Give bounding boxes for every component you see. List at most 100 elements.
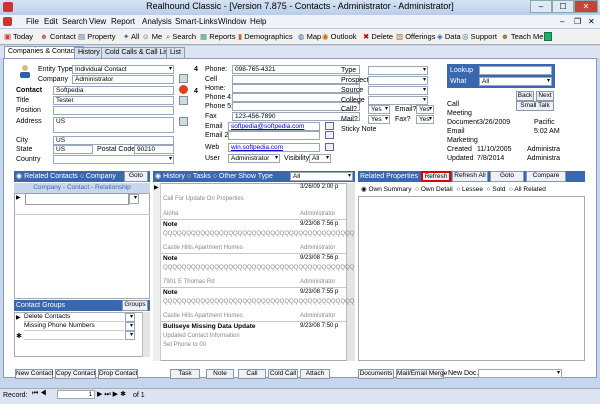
mail-merge-button[interactable]: Mail/Email Merge	[396, 369, 447, 379]
groups-button[interactable]: Groups	[122, 300, 148, 311]
menu-search[interactable]: Search	[62, 17, 87, 26]
alert-icon[interactable]	[179, 85, 188, 94]
college-select[interactable]	[368, 96, 428, 105]
address-lookup-icon[interactable]	[179, 117, 188, 126]
record-next-last-icons[interactable]: ▶⏭▶✱	[97, 390, 128, 399]
call-button[interactable]: Call	[238, 369, 266, 379]
what-select[interactable]: All	[479, 77, 552, 86]
groups-scrollbar[interactable]	[142, 312, 150, 357]
reports-button[interactable]: ▦ Reports	[200, 32, 235, 41]
radio-own-summary[interactable]: ◉	[361, 186, 367, 193]
radio-tasks[interactable]: ○	[187, 173, 191, 180]
menu-file[interactable]: File	[26, 17, 39, 26]
title-field[interactable]: Tester	[53, 96, 174, 105]
type-select[interactable]	[368, 66, 428, 75]
offerings-button[interactable]: ▧ Offerings	[396, 32, 435, 41]
email-field[interactable]: softpedia@softpedia.com	[228, 122, 320, 131]
city-field[interactable]: US	[53, 136, 174, 145]
title-lookup-icon[interactable]	[179, 96, 188, 105]
visibility-select[interactable]: All	[309, 154, 331, 163]
history-title[interactable]: Bullseye Missing Data Update	[163, 323, 255, 330]
tab-companies-contacts[interactable]: Companies & Contacts	[4, 46, 84, 58]
menu-view[interactable]: View	[89, 17, 106, 26]
country-select[interactable]	[53, 155, 174, 164]
group-row[interactable]: Delete Contacts	[24, 313, 124, 322]
refresh-button[interactable]: Refresh	[421, 171, 451, 182]
call-select[interactable]: Yes	[368, 105, 390, 114]
documents-button[interactable]: Documents	[358, 369, 394, 379]
related-goto-button[interactable]: Goto	[124, 171, 148, 182]
relationship-cell[interactable]	[25, 193, 129, 205]
menu-report[interactable]: Report	[111, 17, 135, 26]
group-row-dropdown[interactable]	[125, 322, 135, 331]
minimize-button[interactable]: –	[530, 0, 552, 13]
data-button[interactable]: ◈ Data	[437, 32, 461, 41]
contact-field[interactable]: Softpedia	[53, 86, 174, 95]
entity-type-select[interactable]: Individual Contact	[72, 65, 174, 74]
back-button[interactable]: Back	[516, 91, 534, 101]
source-select[interactable]	[368, 86, 428, 95]
close-button[interactable]: ✕	[574, 0, 598, 13]
exit-icon[interactable]	[544, 32, 552, 41]
search-button[interactable]: ⌕ Search	[166, 32, 196, 42]
history-title[interactable]: Note	[163, 221, 177, 228]
mdi-minimize-button[interactable]: –	[560, 17, 564, 26]
radio-related-contacts[interactable]: ◉	[16, 173, 22, 180]
maximize-button[interactable]: ☐	[552, 0, 574, 13]
teach-me-button[interactable]: ☻ Teach Me	[501, 32, 543, 41]
email-ok-select[interactable]: Yes	[416, 105, 434, 114]
contact-button[interactable]: ☻ Contact	[40, 32, 76, 41]
radio-history[interactable]: ◉	[155, 173, 161, 180]
sticky-note-area[interactable]	[340, 135, 434, 167]
radio-sold[interactable]: ○	[487, 186, 491, 193]
menu-window[interactable]: Window	[218, 17, 246, 26]
user-select[interactable]: Administrator	[228, 154, 280, 163]
outlook-button[interactable]: ◉ Outlook	[322, 32, 357, 41]
relationship-dropdown[interactable]	[129, 194, 139, 204]
mdi-restore-button[interactable]: ❐	[574, 17, 581, 26]
demographics-button[interactable]: ▮ Demographics	[238, 32, 293, 41]
mail-select[interactable]: Yes	[368, 115, 390, 124]
note-button[interactable]: Note	[206, 369, 234, 379]
record-first-prev-icons[interactable]: ⏮◀	[32, 390, 49, 398]
menu-analysis[interactable]: Analysis	[142, 17, 172, 26]
menu-edit[interactable]: Edit	[44, 17, 58, 26]
related-properties-list[interactable]	[358, 196, 585, 361]
group-row[interactable]	[24, 331, 124, 340]
task-button[interactable]: Task	[170, 369, 200, 379]
group-row[interactable]: Missing Phone Numbers	[24, 322, 124, 331]
envelope2-icon[interactable]	[325, 131, 334, 139]
related-props-goto-button[interactable]: Goto	[490, 171, 524, 182]
cold-call-button[interactable]: Cold Call	[268, 369, 298, 379]
history-title[interactable]: Note	[163, 289, 177, 296]
position-field[interactable]	[53, 106, 174, 115]
refresh-all-button[interactable]: Refresh All	[452, 171, 488, 182]
radio-all-related[interactable]: ○	[509, 186, 513, 193]
all-button[interactable]: ✦ All	[123, 32, 139, 41]
show-type-select[interactable]: All	[290, 172, 353, 181]
tab-list[interactable]: List	[166, 47, 185, 58]
group-row-dropdown[interactable]	[125, 313, 135, 322]
small-talk-button[interactable]: Small Talk	[516, 101, 554, 111]
support-button[interactable]: ◎ Support	[462, 32, 497, 41]
me-button[interactable]: ☺ Me	[142, 32, 162, 41]
globe-link-icon[interactable]	[325, 143, 334, 151]
map-button[interactable]: ◍ Map	[298, 32, 321, 41]
postal-code-field[interactable]: 90210	[134, 145, 174, 154]
company-field[interactable]: Administrator	[72, 75, 174, 84]
attach-button[interactable]: Attach	[300, 369, 330, 379]
group-row-dropdown[interactable]	[125, 331, 135, 340]
web-field[interactable]: win.softpedia.com	[228, 143, 320, 152]
record-number-field[interactable]: 1	[57, 390, 95, 399]
prospect-select[interactable]	[368, 76, 428, 85]
lookup-field[interactable]	[479, 66, 552, 75]
company-lookup-icon[interactable]	[179, 74, 188, 83]
state-field[interactable]: US	[53, 145, 93, 154]
next-button[interactable]: Next	[536, 91, 554, 101]
copy-contact-button[interactable]: Copy Contact	[55, 369, 96, 379]
delete-button[interactable]: ✖ Delete	[363, 32, 393, 41]
today-button[interactable]: ▣ Today	[4, 32, 33, 41]
envelope-icon[interactable]	[325, 122, 334, 130]
history-scrollbar[interactable]	[346, 183, 355, 361]
tab-history[interactable]: History	[74, 47, 104, 58]
